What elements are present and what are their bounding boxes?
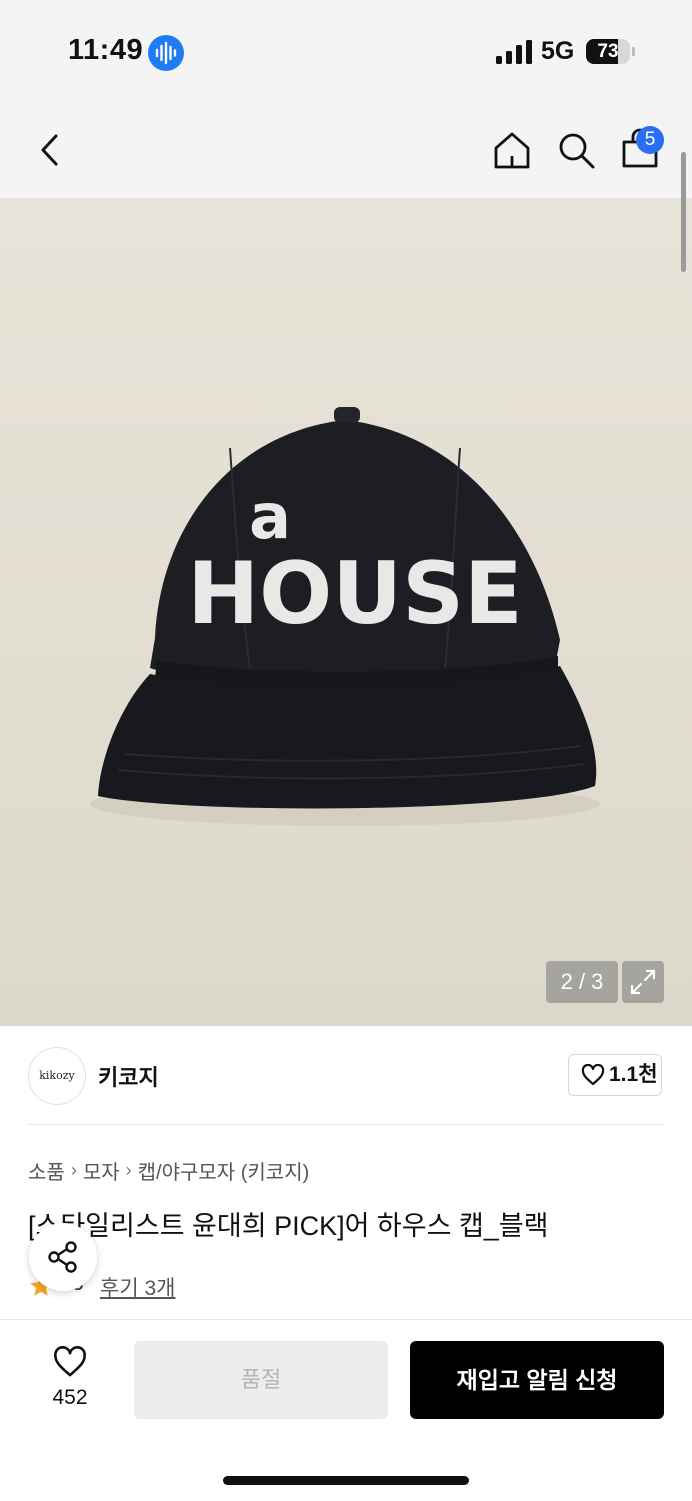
battery-icon: 73 — [586, 39, 630, 64]
chevron-right-icon: › — [70, 1160, 77, 1180]
cap-text-large: HOUSE — [187, 544, 523, 644]
cart-count-badge: 5 — [636, 126, 664, 154]
breadcrumb-item[interactable]: 캡/야구모자 (키코지) — [138, 1162, 310, 1184]
heart-icon — [54, 1346, 86, 1377]
soldout-button: 품절 — [134, 1341, 388, 1419]
scrollbar[interactable] — [681, 152, 686, 272]
product-image: a HOUSE — [90, 407, 600, 826]
breadcrumb-item[interactable]: 모자 — [83, 1162, 120, 1184]
cap-text-small: a — [249, 480, 291, 553]
brand-logo[interactable]: kikozy — [28, 1047, 86, 1105]
restock-alert-button[interactable]: 재입고 알림 신청 — [410, 1341, 664, 1419]
brand-name[interactable]: 키코지 — [98, 1060, 159, 1092]
home-icon[interactable] — [492, 130, 532, 170]
divider — [28, 1124, 664, 1125]
product-title: [스타일리스트 윤대희 PICK]어 하우스 캡_블랙 — [28, 1211, 549, 1241]
voice-waveform-icon — [148, 35, 184, 71]
back-arrow-icon[interactable] — [34, 130, 68, 170]
chevron-right-icon: › — [125, 1160, 132, 1180]
brand-like-button[interactable]: 1.1천 — [568, 1054, 662, 1096]
wishlist-count: 452 — [52, 1386, 88, 1409]
breadcrumb-item[interactable]: 소품 — [28, 1162, 65, 1184]
expand-icon[interactable] — [622, 961, 664, 1003]
share-icon — [48, 1241, 77, 1273]
review-count-link[interactable]: 후기 3개 — [100, 1272, 175, 1302]
wishlist-button[interactable]: 452 — [38, 1342, 102, 1414]
battery-tip — [632, 47, 635, 56]
home-indicator — [223, 1476, 469, 1485]
heart-icon — [581, 1064, 605, 1086]
product-image-gallery[interactable]: a HOUSE — [0, 198, 692, 1026]
image-counter: 2 / 3 — [546, 961, 618, 1003]
breadcrumb: 소품 › 모자 › 캡/야구모자 (키코지) — [28, 1156, 309, 1184]
battery-level: 73 — [597, 41, 619, 62]
share-button[interactable] — [29, 1223, 97, 1291]
network-label: 5G — [541, 37, 575, 65]
signal-icon — [496, 40, 532, 64]
search-icon[interactable] — [556, 130, 596, 170]
brand-like-count: 1.1천 — [609, 1063, 658, 1086]
status-time: 11:49 — [68, 34, 144, 66]
